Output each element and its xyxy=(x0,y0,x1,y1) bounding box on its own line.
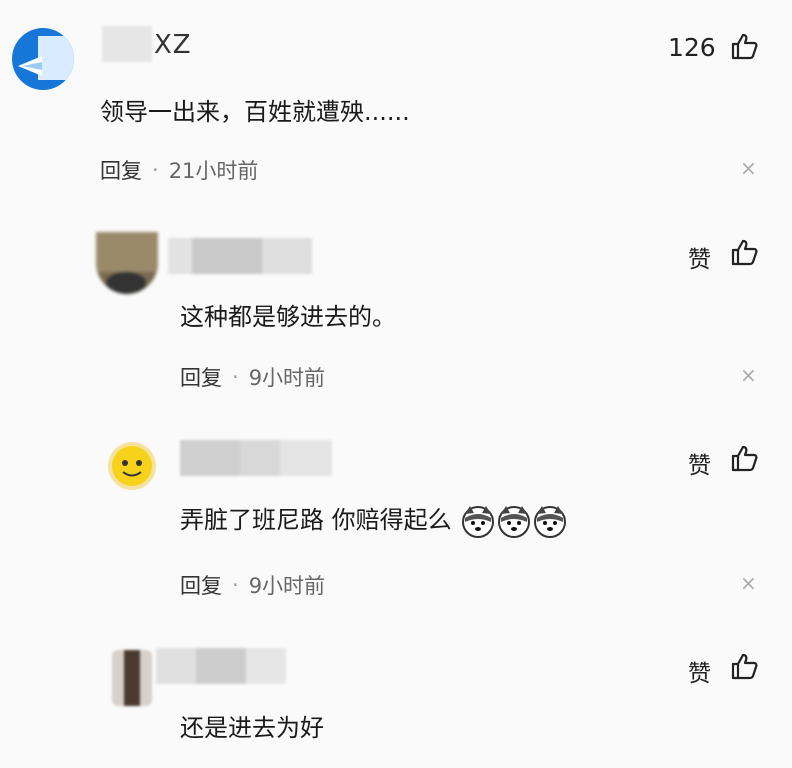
avatar[interactable] xyxy=(96,232,158,294)
username-blurred xyxy=(180,440,332,476)
like-count: 126 xyxy=(668,33,716,62)
close-icon[interactable]: × xyxy=(740,363,757,387)
comment-meta: 回复 · 9小时前 xyxy=(180,570,325,600)
comment-text: 领导一出来，百姓就遭殃...... xyxy=(100,98,410,126)
comment-text-line: 弄脏了班尼路 你赔得起么 xyxy=(180,500,567,538)
separator-dot: · xyxy=(232,365,239,389)
avatar[interactable] xyxy=(112,650,152,706)
comment-meta: 回复 · 9小时前 xyxy=(180,362,325,392)
husky-emoji-icon xyxy=(498,506,531,538)
reply-button[interactable]: 回复 xyxy=(180,362,222,392)
thumbs-up-icon[interactable] xyxy=(730,32,758,60)
close-icon[interactable]: × xyxy=(740,156,757,180)
timestamp: 9小时前 xyxy=(248,574,326,598)
thumbs-up-icon[interactable] xyxy=(730,444,758,472)
thumbs-up-icon[interactable] xyxy=(730,238,758,266)
husky-emoji-icon xyxy=(534,506,567,538)
comment-meta: 回复 · 21小时前 xyxy=(100,155,258,185)
timestamp: 9小时前 xyxy=(248,366,326,390)
timestamp: 21小时前 xyxy=(168,159,259,183)
comment-text: 弄脏了班尼路 你赔得起么 xyxy=(180,506,452,534)
username-blurred xyxy=(168,238,333,274)
username-blurred xyxy=(156,648,286,684)
username-visible[interactable]: XZ xyxy=(154,30,192,60)
comment-text: 这种都是够进去的。 xyxy=(180,303,396,331)
comment-text: 还是进去为好 xyxy=(180,714,324,742)
avatar[interactable] xyxy=(108,442,156,490)
reply-button[interactable]: 回复 xyxy=(180,570,222,600)
username-blurred xyxy=(102,26,152,62)
smiley-icon xyxy=(112,446,152,486)
app-logo-icon xyxy=(18,36,74,80)
avatar[interactable] xyxy=(12,28,74,90)
reply-button[interactable]: 回复 xyxy=(100,155,142,185)
separator-dot: · xyxy=(152,158,159,182)
separator-dot: · xyxy=(232,573,239,597)
husky-emoji-icon xyxy=(462,506,495,538)
close-icon[interactable]: × xyxy=(740,571,757,595)
thumbs-up-icon[interactable] xyxy=(730,652,758,680)
like-button-label[interactable]: 赞 xyxy=(688,446,711,480)
like-button-label[interactable]: 赞 xyxy=(688,654,711,688)
like-button-label[interactable]: 赞 xyxy=(688,240,711,274)
